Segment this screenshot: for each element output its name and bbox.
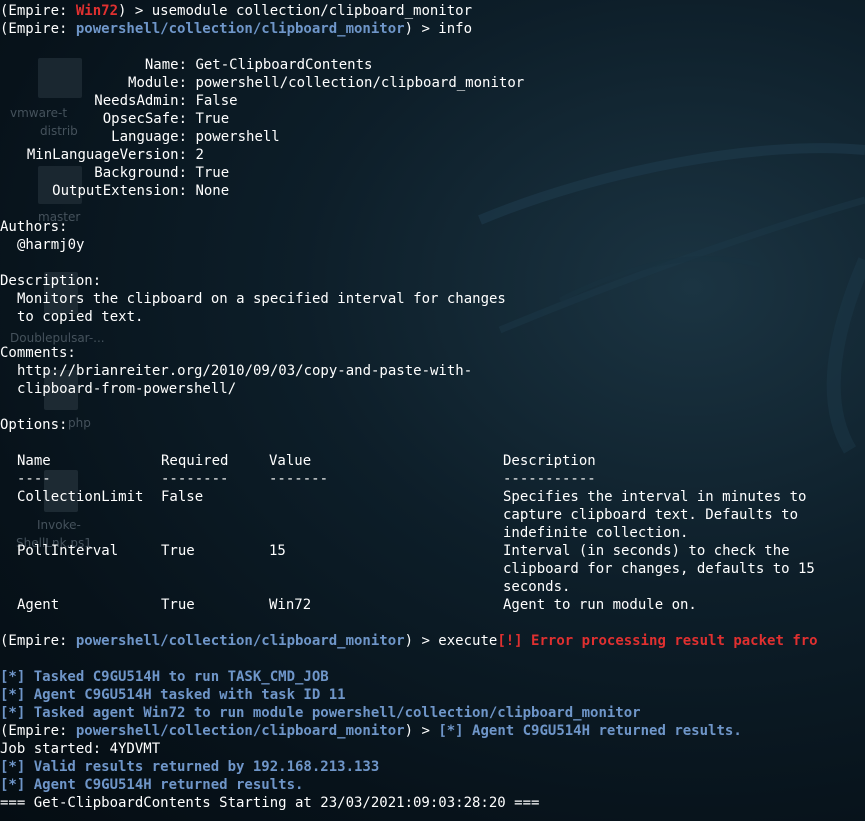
option-description: Agent to run module on. bbox=[503, 597, 697, 613]
prompt-line: (Empire: Win72) > usemodule collection/c… bbox=[0, 3, 473, 19]
option-name: CollectionLimit bbox=[17, 489, 144, 505]
option-description: capture clipboard text. Defaults to bbox=[503, 507, 799, 523]
option-description: Specifies the interval in minutes to bbox=[503, 489, 807, 505]
prompt-line: (Empire: powershell/collection/clipboard… bbox=[0, 21, 473, 37]
option-description: Interval (in seconds) to check the bbox=[503, 543, 790, 559]
options-dashes: ------- bbox=[269, 471, 329, 487]
info-row: NeedsAdmin: False bbox=[94, 93, 238, 109]
output-banner: === Get-ClipboardContents Starting at 23… bbox=[0, 795, 540, 811]
info-row: Language: powershell bbox=[111, 129, 280, 145]
comments-heading: Comments: bbox=[0, 345, 76, 361]
comments-text: clipboard-from-powershell/ bbox=[17, 381, 237, 397]
module-path: powershell/collection/clipboard_monitor bbox=[75, 633, 405, 649]
status-message: [*] Agent C9GU514H returned results. bbox=[438, 723, 742, 739]
option-description: seconds. bbox=[503, 579, 571, 595]
agent-name: Win72 bbox=[75, 3, 119, 19]
job-started-line: Job started: 4YDVMT bbox=[0, 741, 161, 757]
options-header-value: Value bbox=[269, 453, 312, 469]
option-required: False bbox=[161, 489, 204, 505]
option-value: Win72 bbox=[269, 597, 312, 613]
option-name: Agent bbox=[17, 597, 60, 613]
info-row: MinLanguageVersion: 2 bbox=[26, 147, 204, 163]
info-row: OpsecSafe: True bbox=[102, 111, 230, 127]
module-path: powershell/collection/clipboard_monitor bbox=[75, 21, 405, 37]
option-description: indefinite collection. bbox=[503, 525, 689, 541]
info-row: OutputExtension: None bbox=[52, 183, 230, 199]
options-header-description: Description bbox=[503, 453, 596, 469]
options-dashes: ----------- bbox=[503, 471, 596, 487]
error-message: [!] Error processing result packet fro bbox=[497, 633, 818, 649]
option-description: clipboard for changes, defaults to 15 bbox=[503, 561, 815, 577]
option-required: True bbox=[161, 597, 195, 613]
status-line: [*] Tasked agent Win72 to run module pow… bbox=[0, 705, 641, 721]
author-name: @harmj0y bbox=[17, 237, 85, 253]
description-text: Monitors the clipboard on a specified in… bbox=[17, 291, 506, 307]
status-line: [*] Valid results returned by 192.168.21… bbox=[0, 759, 380, 775]
info-row: Background: True bbox=[94, 165, 230, 181]
authors-heading: Authors: bbox=[0, 219, 68, 235]
terminal-output[interactable]: (Empire: Win72) > usemodule collection/c… bbox=[0, 0, 865, 821]
option-name: PollInterval bbox=[17, 543, 119, 559]
option-value: 15 bbox=[269, 543, 286, 559]
options-header-name: Name bbox=[17, 453, 51, 469]
status-line: [*] Agent C9GU514H tasked with task ID 1… bbox=[0, 687, 346, 703]
options-dashes: ---- bbox=[17, 471, 51, 487]
comments-text: http://brianreiter.org/2010/09/03/copy-a… bbox=[17, 363, 473, 379]
status-line: [*] Agent C9GU514H returned results. bbox=[0, 777, 304, 793]
options-dashes: -------- bbox=[161, 471, 229, 487]
info-row: Module: powershell/collection/clipboard_… bbox=[128, 75, 525, 91]
info-row: Name: Get-ClipboardContents bbox=[144, 57, 373, 73]
prompt-line: (Empire: powershell/collection/clipboard… bbox=[0, 723, 742, 739]
status-line: [*] Tasked C9GU514H to run TASK_CMD_JOB bbox=[0, 669, 329, 685]
options-header-required: Required bbox=[161, 453, 229, 469]
module-path: powershell/collection/clipboard_monitor bbox=[75, 723, 405, 739]
options-heading: Options: bbox=[0, 417, 68, 433]
description-heading: Description: bbox=[0, 273, 102, 289]
option-required: True bbox=[161, 543, 195, 559]
prompt-line: (Empire: powershell/collection/clipboard… bbox=[0, 633, 818, 649]
description-text: to copied text. bbox=[17, 309, 144, 325]
